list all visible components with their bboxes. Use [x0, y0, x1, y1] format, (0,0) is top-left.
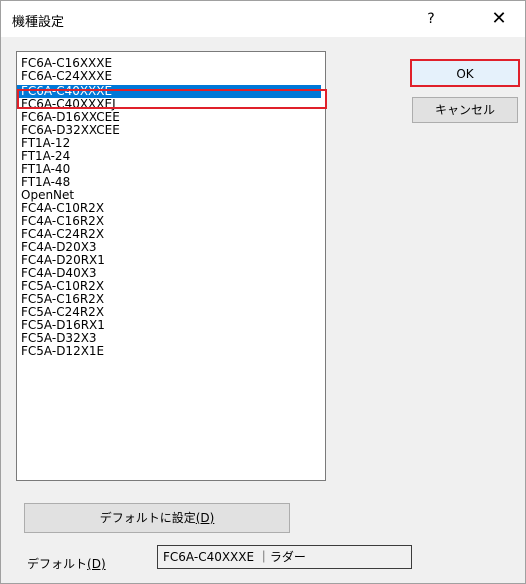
dialog-title: 機種設定: [12, 15, 65, 30]
default-label-accesskey: (D): [87, 557, 106, 571]
model-listbox[interactable]: FC6A-C16XXXE FC6A-C24XXXE FC6A-C40XXXE FC6A…: [16, 51, 326, 481]
set-default-button[interactable]: デフォルトに設定(D): [24, 503, 290, 533]
set-default-button-accesskey: (D): [195, 511, 215, 525]
list-item[interactable]: FC6A-C24XXXE: [17, 70, 321, 83]
list-item[interactable]: FC5A-D12X1E: [17, 345, 321, 358]
help-icon[interactable]: ?: [421, 7, 441, 31]
cancel-button[interactable]: キャンセル: [412, 97, 518, 123]
set-default-button-label: デフォルトに設定: [99, 511, 196, 525]
ok-button[interactable]: OK: [410, 59, 520, 87]
model-settings-dialog: 機種設定 ? ✕ FC6A-C16XXXE FC6A-C24XXXE FC6A-C4…: [0, 0, 526, 584]
default-value-field: FC6A-C40XXXE ｜ラダー: [157, 545, 412, 569]
title-bar: 機種設定 ? ✕: [1, 1, 525, 37]
default-label: デフォルト(D): [27, 555, 106, 572]
default-label-text: デフォルト: [27, 557, 88, 571]
close-icon[interactable]: ✕: [479, 5, 519, 33]
